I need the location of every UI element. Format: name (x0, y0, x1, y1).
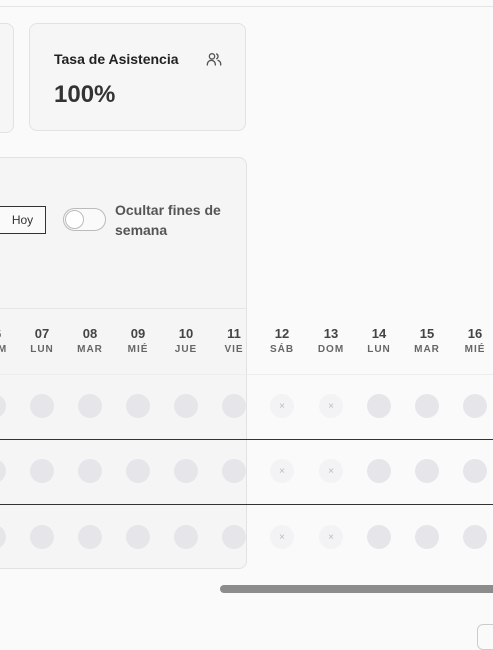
day-name: VIE (224, 344, 244, 355)
row-divider (0, 439, 493, 440)
day-name: MAR (77, 344, 103, 355)
attendance-dot[interactable] (174, 525, 198, 549)
attendance-dot[interactable] (415, 525, 439, 549)
top-bar (0, 0, 493, 7)
day-name: LUN (30, 344, 54, 355)
day-number: 06 (0, 326, 14, 341)
weekend-cell: × (270, 394, 294, 418)
attendance-dot[interactable] (463, 459, 487, 483)
attendance-dot[interactable] (126, 525, 150, 549)
attendance-dot[interactable] (367, 525, 391, 549)
day-name: MIÉ (127, 344, 149, 355)
attendance-dot[interactable] (415, 394, 439, 418)
users-icon (206, 53, 222, 66)
day-number: 07 (34, 326, 50, 341)
attendance-dot[interactable] (463, 525, 487, 549)
attendance-dot[interactable] (126, 459, 150, 483)
day-number: 09 (130, 326, 146, 341)
day-number: 08 (82, 326, 98, 341)
attendance-dot[interactable] (222, 459, 246, 483)
day-name: SÁB (269, 344, 295, 355)
hide-weekends-toggle[interactable] (63, 208, 106, 231)
day-header: 14 LUN (359, 326, 399, 355)
horizontal-scrollbar[interactable] (220, 585, 493, 593)
day-number: 16 (467, 326, 483, 341)
weekend-cell: × (319, 525, 343, 549)
day-header: 13 DOM (311, 326, 351, 355)
day-header: 07 LUN (22, 326, 62, 355)
day-name: MIÉ (464, 344, 486, 355)
attendance-dot[interactable] (78, 459, 102, 483)
attendance-dot[interactable] (463, 394, 487, 418)
attendance-dot[interactable] (367, 394, 391, 418)
day-header: 15 MAR (407, 326, 447, 355)
card-title: Tasa de Asistencia (54, 51, 179, 67)
attendance-dot[interactable] (367, 459, 391, 483)
attendance-dot[interactable] (30, 459, 54, 483)
day-header: 09 MIÉ (118, 326, 158, 355)
attendance-dot[interactable] (126, 394, 150, 418)
attendance-dot[interactable] (30, 525, 54, 549)
day-name: LUN (367, 344, 391, 355)
today-button[interactable]: Hoy (0, 206, 46, 234)
day-name: MAR (414, 344, 440, 355)
card-value: 100% (54, 81, 116, 108)
day-name: DOM (0, 344, 8, 355)
day-number: 15 (419, 326, 435, 341)
day-number: 10 (178, 326, 194, 341)
weekend-cell: × (270, 459, 294, 483)
row-divider (0, 504, 493, 505)
corner-button[interactable] (477, 624, 493, 650)
day-header: 16 MIÉ (455, 326, 493, 355)
row-divider (0, 374, 493, 375)
day-header: 06 DOM (0, 326, 14, 355)
toggle-knob (65, 210, 84, 229)
attendance-dot[interactable] (78, 525, 102, 549)
day-header: 12 SÁB (262, 326, 302, 355)
weekend-cell: × (319, 394, 343, 418)
day-header: 10 JUE (166, 326, 206, 355)
attendance-dot[interactable] (30, 394, 54, 418)
day-name: DOM (317, 344, 345, 355)
hide-weekends-label: Ocultar fines de semana (115, 202, 221, 238)
weekend-cell: × (319, 459, 343, 483)
attendance-dot[interactable] (174, 459, 198, 483)
attendance-rate-card: Tasa de Asistencia 100% (29, 23, 246, 131)
stat-card-partial (0, 23, 14, 133)
attendance-dot[interactable] (174, 394, 198, 418)
day-header: 08 MAR (70, 326, 110, 355)
attendance-dot[interactable] (222, 525, 246, 549)
day-number: 13 (323, 326, 339, 341)
day-number: 12 (274, 326, 290, 341)
day-name: JUE (174, 344, 198, 355)
attendance-dot[interactable] (415, 459, 439, 483)
day-number: 14 (371, 326, 387, 341)
day-header: 11 VIE (214, 326, 254, 355)
day-number: 11 (227, 326, 241, 341)
attendance-dot[interactable] (222, 394, 246, 418)
attendance-dot[interactable] (78, 394, 102, 418)
weekend-cell: × (270, 525, 294, 549)
header-divider (0, 308, 246, 309)
